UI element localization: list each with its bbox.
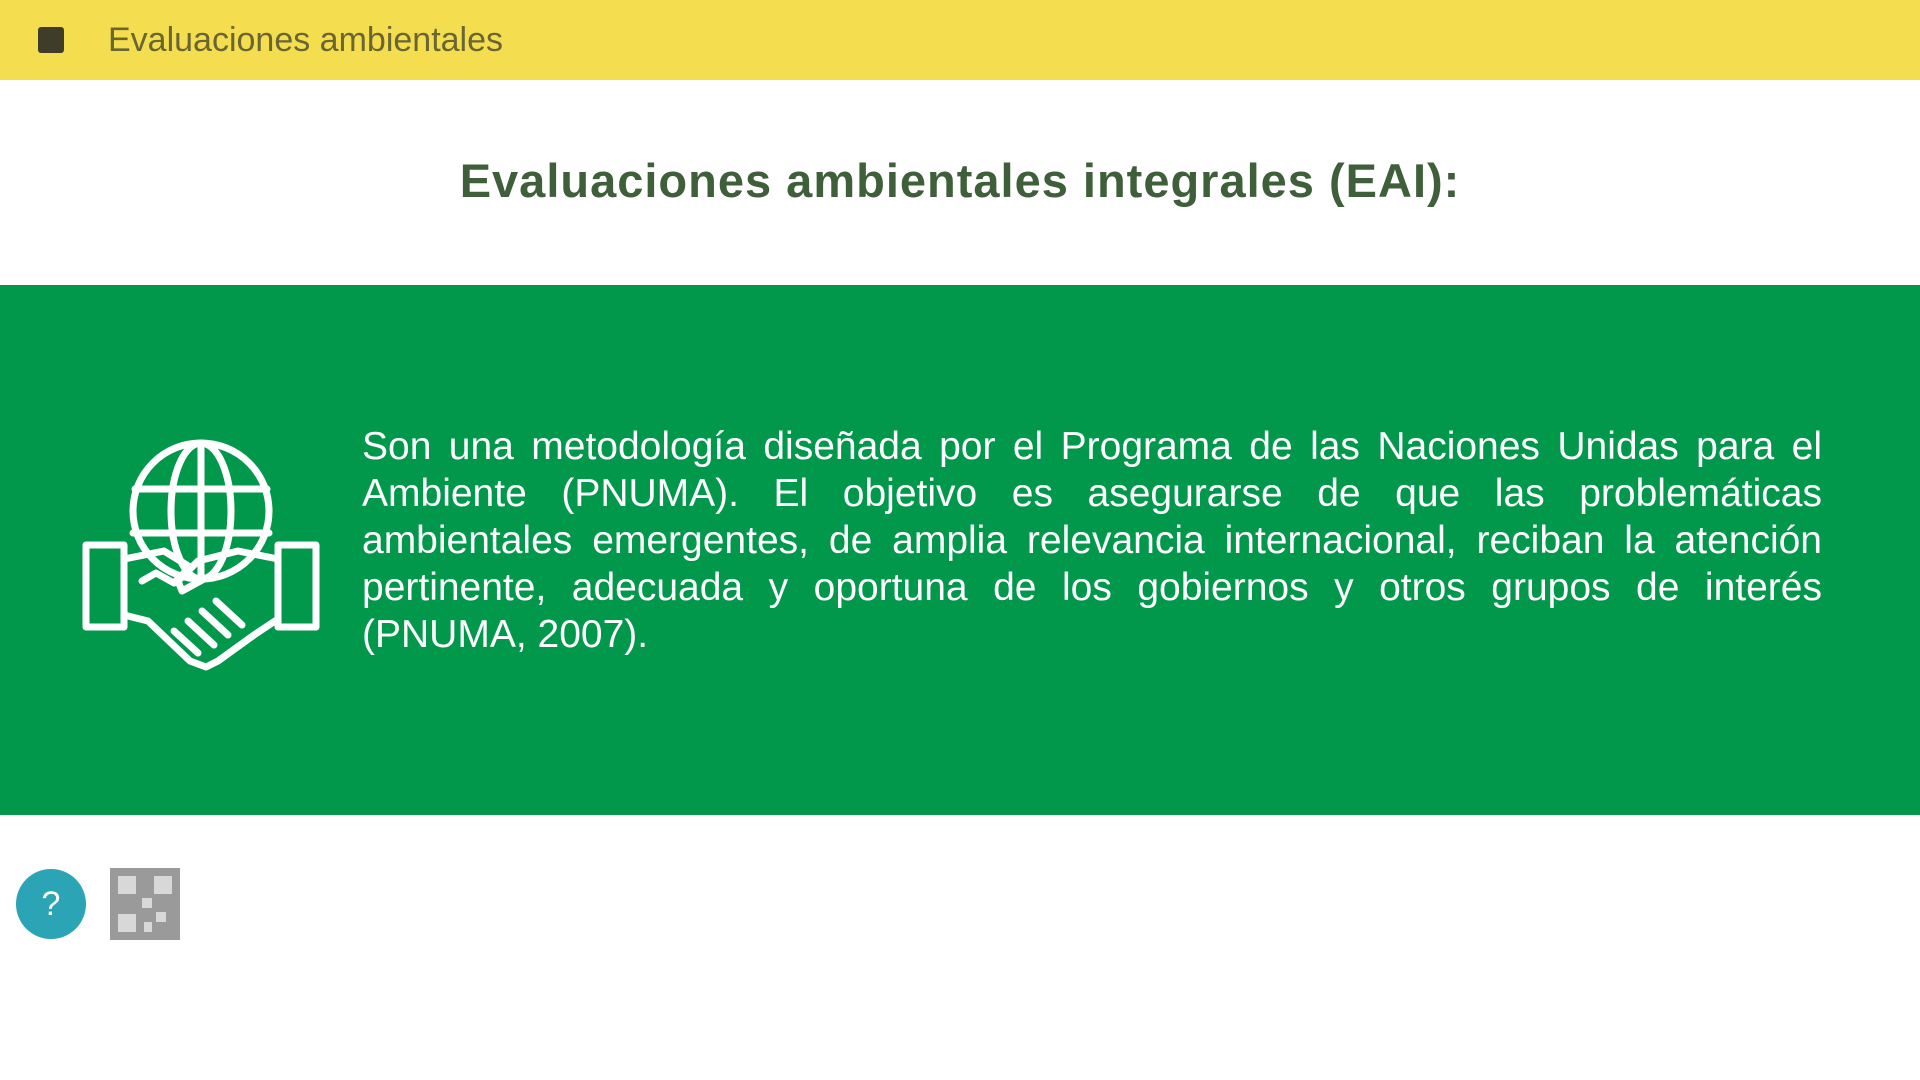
top-bar-title: Evaluaciones ambientales: [108, 20, 504, 59]
bottom-toolbar: ?: [16, 868, 180, 940]
qr-code-icon[interactable]: [110, 868, 180, 940]
globe-handshake-icon: [78, 435, 324, 675]
info-banner: Son una metodología diseñada por el Prog…: [0, 285, 1920, 815]
banner-description: Son una metodología diseñada por el Prog…: [362, 425, 1822, 656]
menu-button[interactable]: [34, 23, 68, 57]
help-button[interactable]: ?: [16, 869, 86, 939]
top-bar: Evaluaciones ambientales: [0, 0, 1920, 80]
heading-area: Evaluaciones ambientales integrales (EAI…: [0, 80, 1920, 285]
page-title: Evaluaciones ambientales integrales (EAI…: [459, 154, 1461, 207]
menu-square-icon: [38, 27, 64, 53]
